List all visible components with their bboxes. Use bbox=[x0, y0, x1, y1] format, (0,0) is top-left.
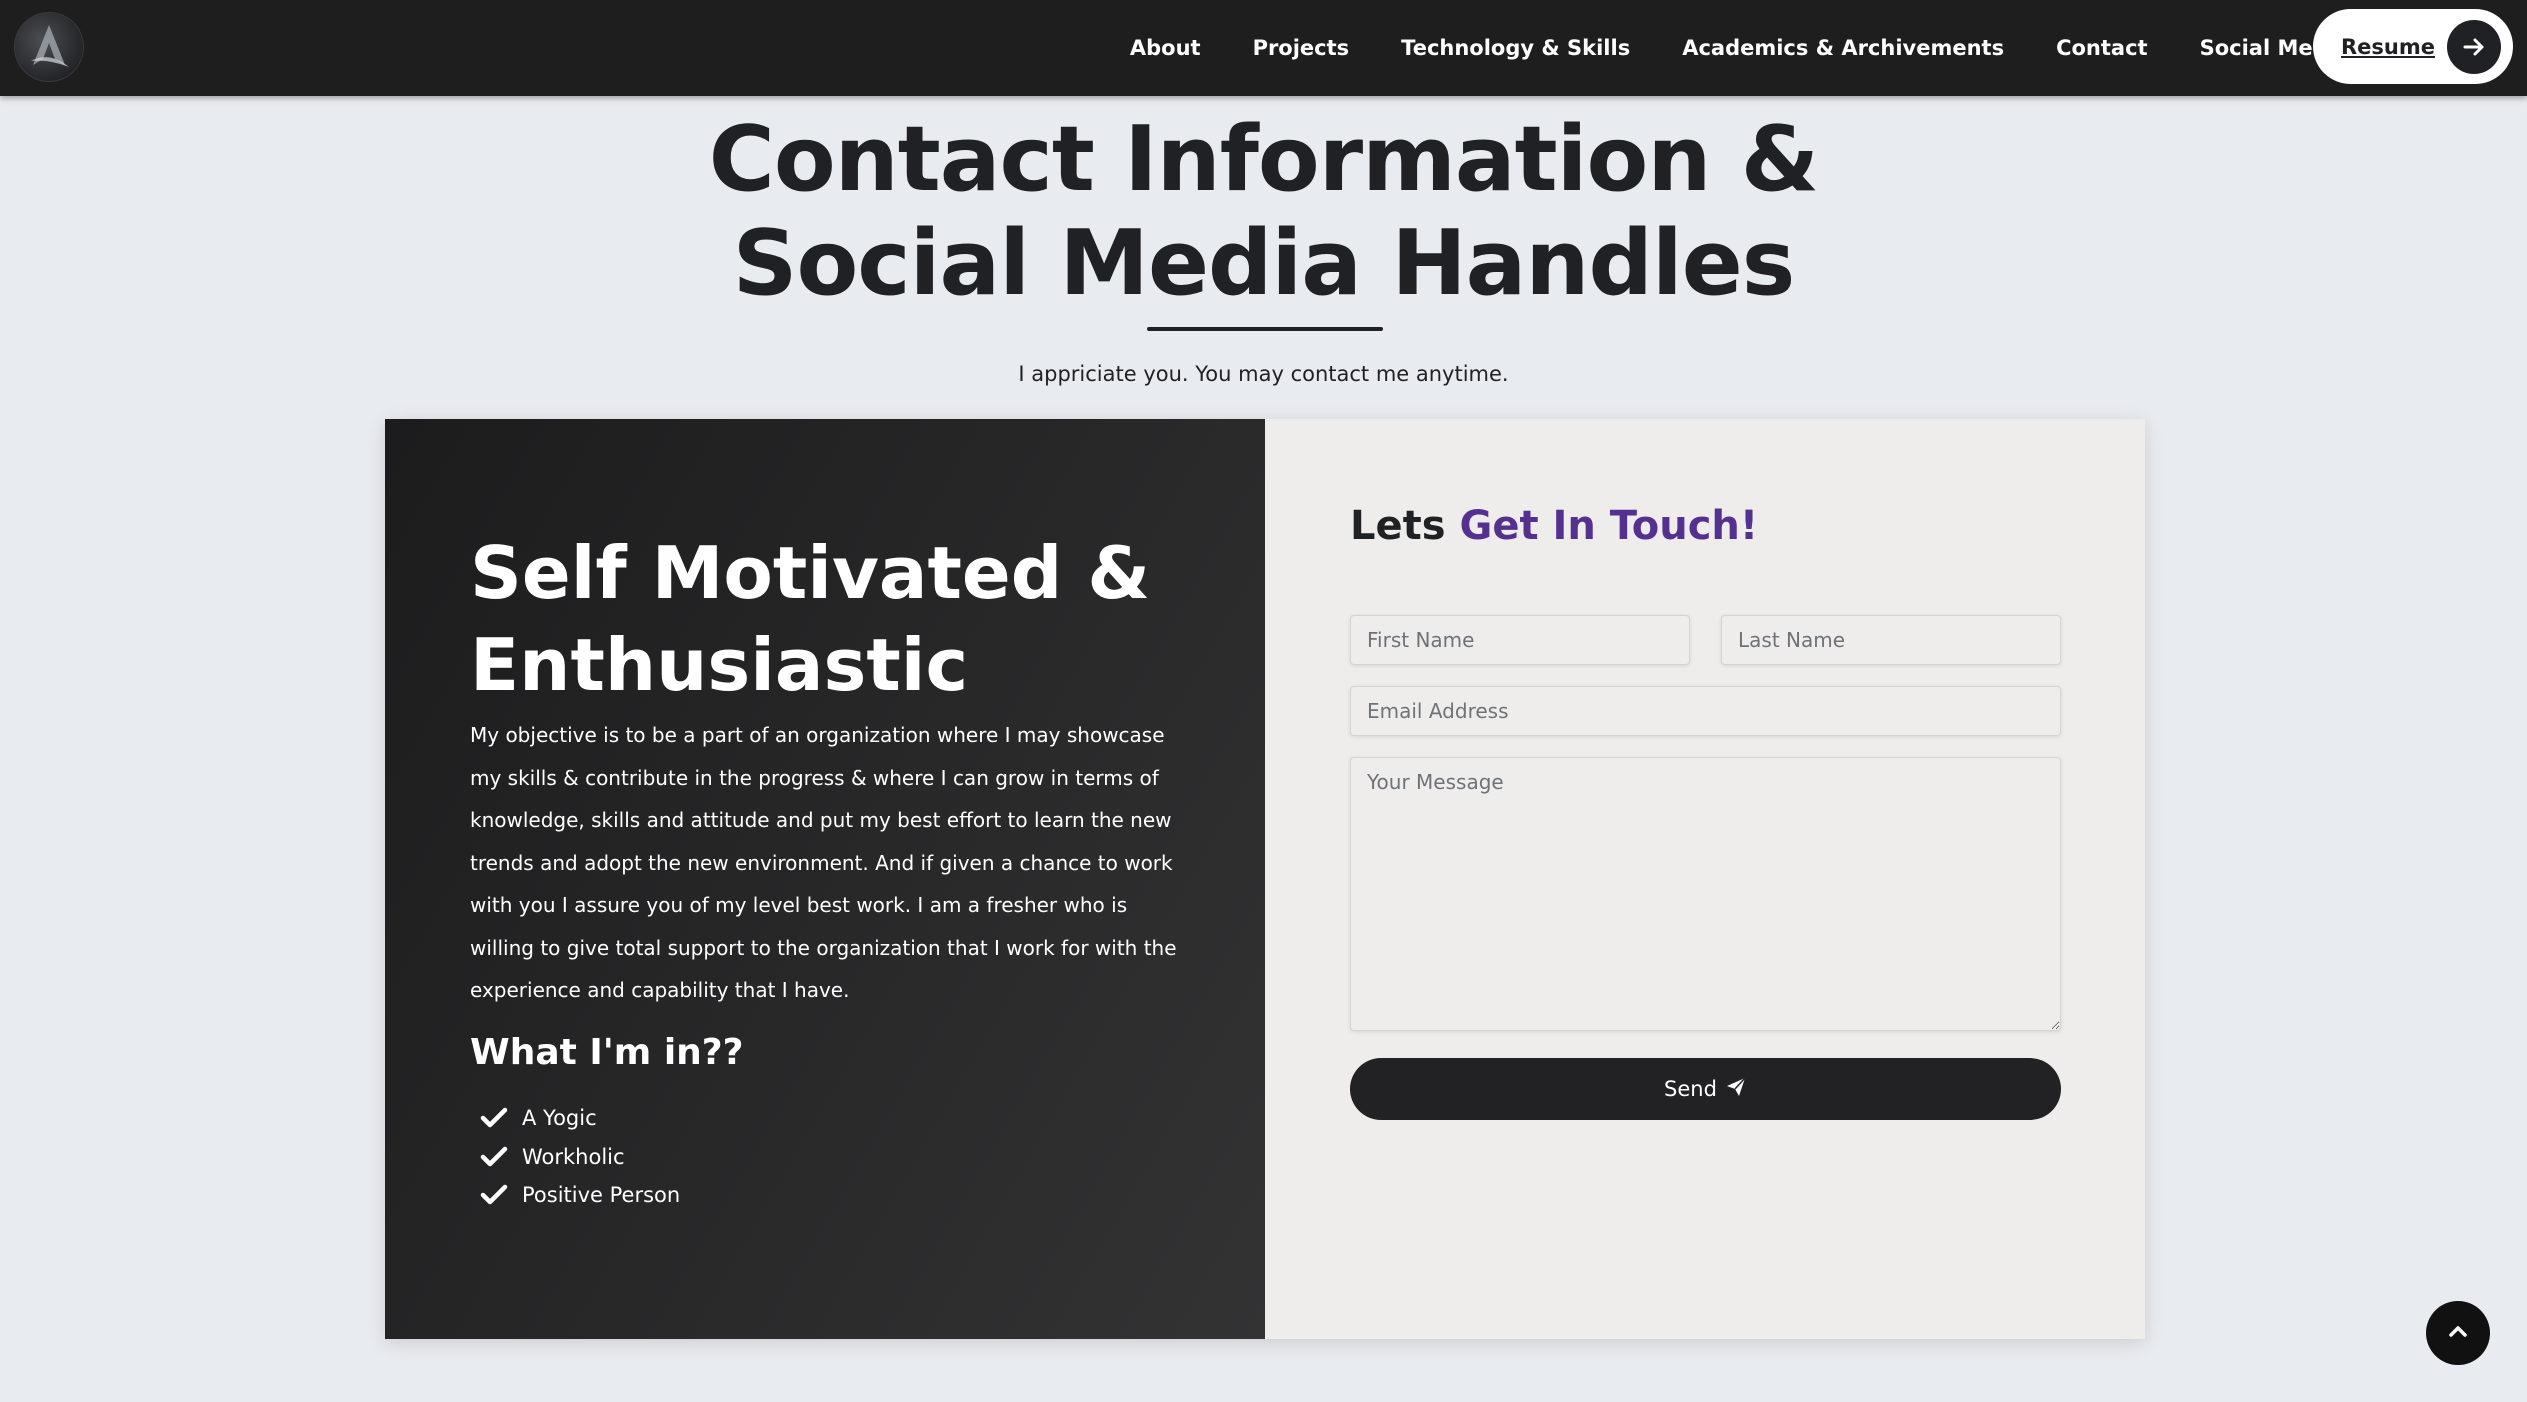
first-name-field[interactable] bbox=[1350, 615, 1690, 665]
title-underline bbox=[1147, 327, 1383, 331]
nav-links: About Projects Technology & Skills Acade… bbox=[1130, 0, 2349, 96]
page-title-line1: Contact Information & bbox=[708, 107, 1819, 212]
scroll-to-top-button[interactable] bbox=[2426, 1301, 2490, 1365]
nav-link-technology-skills[interactable]: Technology & Skills bbox=[1401, 36, 1630, 60]
interest-label: Positive Person bbox=[522, 1183, 681, 1208]
resume-button-label: Resume bbox=[2341, 34, 2435, 59]
nav-link-projects[interactable]: Projects bbox=[1253, 36, 1350, 60]
logo-mark-icon bbox=[31, 25, 69, 67]
check-icon bbox=[480, 1145, 508, 1169]
list-item: A Yogic bbox=[480, 1099, 680, 1138]
email-field[interactable] bbox=[1350, 686, 2061, 736]
contact-card: Self Motivated & Enthusiastic My objecti… bbox=[385, 419, 2145, 1339]
about-panel: Self Motivated & Enthusiastic My objecti… bbox=[385, 419, 1265, 1339]
about-heading-line1: Self Motivated & bbox=[470, 531, 1151, 615]
interest-label: A Yogic bbox=[522, 1106, 597, 1131]
last-name-field[interactable] bbox=[1721, 615, 2061, 665]
nav-link-contact[interactable]: Contact bbox=[2056, 36, 2148, 60]
list-item: Workholic bbox=[480, 1138, 680, 1177]
nav-link-academics[interactable]: Academics & Archivements bbox=[1682, 36, 2004, 60]
form-title-accent: Get In Touch! bbox=[1459, 503, 1759, 549]
arrow-right-icon bbox=[2447, 20, 2501, 74]
about-heading: Self Motivated & Enthusiastic bbox=[470, 527, 1210, 711]
contact-form-panel: Lets Get In Touch! Send bbox=[1265, 419, 2145, 1339]
page-title: Contact Information & Social Media Handl… bbox=[0, 108, 2527, 316]
objective-text: My objective is to be a part of an organ… bbox=[470, 723, 1177, 1002]
navbar: About Projects Technology & Skills Acade… bbox=[0, 0, 2527, 96]
list-item: Positive Person bbox=[480, 1176, 680, 1215]
interest-label: Workholic bbox=[522, 1144, 625, 1169]
send-button-label: Send bbox=[1664, 1077, 1717, 1101]
paper-plane-icon bbox=[1725, 1076, 1747, 1103]
resume-button[interactable]: Resume bbox=[2313, 9, 2513, 84]
check-icon bbox=[480, 1183, 508, 1207]
site-logo[interactable] bbox=[15, 13, 83, 81]
about-heading-line2: Enthusiastic bbox=[470, 623, 969, 707]
chevron-up-icon bbox=[2447, 1320, 2469, 1346]
page-title-line2: Social Media Handles bbox=[732, 211, 1796, 316]
page-subtitle: I appriciate you. You may contact me any… bbox=[1018, 362, 1509, 386]
message-field[interactable] bbox=[1350, 757, 2061, 1031]
send-button[interactable]: Send bbox=[1350, 1058, 2061, 1120]
nav-link-about[interactable]: About bbox=[1130, 36, 1201, 60]
check-icon bbox=[480, 1106, 508, 1130]
form-title-plain: Lets bbox=[1350, 503, 1446, 549]
form-title: Lets Get In Touch! bbox=[1350, 503, 1758, 549]
interests-heading: What I'm in?? bbox=[470, 1032, 744, 1073]
interests-list: A Yogic Workholic Positive Person bbox=[480, 1099, 680, 1215]
